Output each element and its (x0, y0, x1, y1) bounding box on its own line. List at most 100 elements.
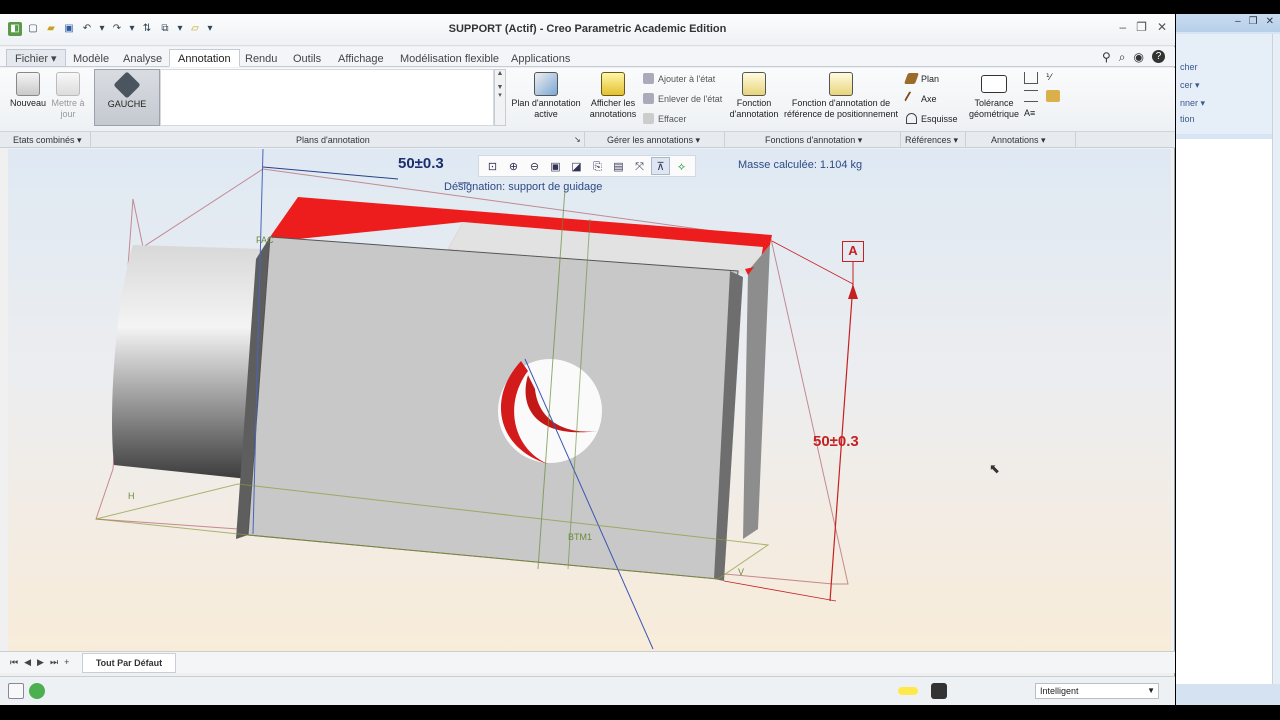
tab-modele[interactable]: Modèle (64, 49, 118, 67)
dialog-launcher-icon[interactable]: ↘ (574, 135, 581, 144)
dimension-line-top (262, 166, 399, 180)
add-tab-icon[interactable]: + (64, 657, 69, 668)
afficher-annotations-button[interactable]: Afficher les annotations (586, 72, 640, 120)
mettre-a-jour-button[interactable]: Mettre à jour (48, 72, 88, 120)
ajouter-etat-button[interactable]: Ajouter à l'état (643, 73, 715, 84)
group-etats-combines[interactable]: Etats combinés ▾ (13, 135, 82, 146)
annotation-feature-icon (742, 72, 766, 96)
group-gerer-annotations[interactable]: Gérer les annotations ▾ (607, 135, 700, 146)
group-annotations[interactable]: Annotations ▾ (991, 135, 1046, 146)
maximize-icon[interactable]: ❐ (1136, 20, 1147, 34)
bg-restore-icon[interactable]: ❐ (1249, 16, 1258, 27)
mouse-cursor-icon: ⬉ (989, 461, 1000, 476)
axe-button[interactable]: Axe (903, 90, 937, 107)
reference-dimension-icon[interactable] (1024, 90, 1038, 102)
bg-item-3[interactable]: nner ▾ (1180, 98, 1205, 109)
fonction-ref-positionnement-button[interactable]: Fonction d'annotation de référence de po… (782, 72, 900, 120)
datum-display-icon[interactable]: ⤧ (630, 157, 649, 175)
dimension-top[interactable]: 50±0.3 (398, 155, 444, 172)
enlever-etat-button[interactable]: Enlever de l'état (643, 93, 722, 104)
window-title: SUPPORT (Actif) - Creo Parametric Academ… (448, 23, 727, 35)
view-manager-icon[interactable]: ▤ (609, 157, 628, 175)
bg-item-2[interactable]: cer ▾ (1180, 80, 1200, 91)
background-window: – ❐ ✕ cher cer ▾ nner ▾ tion (1176, 14, 1280, 705)
note-icon[interactable]: ⅟ (1046, 72, 1060, 84)
community-icon[interactable]: ◉ (1134, 50, 1144, 65)
help-icon[interactable]: ? (1152, 50, 1165, 63)
first-tab-icon[interactable]: ⏮ (10, 657, 18, 668)
cylinder-boss (112, 245, 264, 479)
tab-analyse[interactable]: Analyse (114, 49, 171, 67)
background-scrollbar[interactable] (1272, 34, 1280, 694)
extension-line-bottom (723, 580, 837, 602)
plan-annotation-active-button[interactable]: Plan d'annotation active (510, 72, 582, 120)
axe-label: Axe (921, 93, 937, 104)
dimension-side[interactable]: 50±0.3 (813, 433, 859, 450)
symbol-icon[interactable] (1046, 90, 1060, 102)
tab-modelisation-flexible[interactable]: Modélisation flexible (391, 49, 508, 67)
group-separator (724, 132, 725, 148)
bg-item-1[interactable]: cher (1180, 62, 1198, 72)
zoom-out-icon[interactable]: ⊖ (525, 157, 544, 175)
prev-tab-icon[interactable]: ◀ (24, 657, 31, 668)
saved-views-icon[interactable]: ⎘ (588, 157, 607, 175)
tab-fichier[interactable]: Fichier ▾ (6, 49, 66, 67)
dimension-icon[interactable] (1024, 72, 1038, 84)
list-scrollbar[interactable]: ▲ ▼ ▾ (494, 69, 506, 126)
tab-outils[interactable]: Outils (284, 49, 330, 67)
minimize-icon[interactable]: – (1119, 20, 1126, 34)
close-icon[interactable]: ✕ (1157, 20, 1167, 34)
plan-button[interactable]: Plan (903, 73, 939, 84)
repaint-icon[interactable]: ▣ (546, 157, 565, 175)
model-tree-toggle-icon[interactable] (8, 683, 24, 699)
find-icon[interactable] (931, 683, 947, 699)
graphics-viewport[interactable]: ⊡ ⊕ ⊖ ▣ ◪ ⎘ ▤ ⤧ ⊼ ⟡ 50±0.3 Désignation: … (8, 149, 1171, 651)
gauche-combined-state[interactable]: GAUCHE (94, 69, 160, 126)
tab-bar-icons: ⚲ ⌕ ◉ ? (1102, 50, 1165, 65)
tolerance-geometrique-button[interactable]: Tolérance géométrique (966, 72, 1022, 120)
selection-filter[interactable]: Intelligent ▼ (1035, 683, 1159, 699)
bg-close-icon[interactable]: ✕ (1266, 16, 1274, 27)
group-separator (90, 132, 91, 148)
ribbon-panel: Nouveau Mettre à jour GAUCHE ▲ ▼ ▾ Plan d'… (0, 68, 1175, 132)
pin-icon[interactable]: ⚲ (1102, 50, 1111, 65)
datum-feature-a[interactable]: A (842, 241, 864, 262)
designation-note[interactable]: Désignation: support de guidage (444, 181, 602, 193)
bg-item-4[interactable]: tion (1180, 114, 1195, 124)
background-status-bar (1176, 684, 1280, 705)
tab-navigation: ⏮ ◀ ▶ ⏭ + (10, 657, 69, 668)
last-tab-icon[interactable]: ⏭ (50, 657, 58, 668)
bg-minimize-icon[interactable]: – (1235, 16, 1241, 27)
tolerance-geometrique-label: Tolérance géométrique (968, 98, 1020, 119)
afficher-annotations-label: Afficher les annotations (589, 98, 637, 119)
window-controls: – ❐ ✕ (1119, 20, 1167, 34)
fonction-annotation-button[interactable]: Fonction d'annotation (728, 72, 780, 120)
tab-rendu[interactable]: Rendu (236, 49, 286, 67)
mass-note[interactable]: Masse calculée: 1.104 kg (738, 159, 862, 171)
display-style-icon[interactable]: ◪ (567, 157, 586, 175)
effacer-button[interactable]: Effacer (643, 113, 686, 124)
datum-annotation-icon (829, 72, 853, 96)
datum-axis-icon (903, 90, 920, 107)
zoom-in-icon[interactable]: ⊕ (504, 157, 523, 175)
esquisse-button[interactable]: Esquisse (906, 113, 958, 124)
tab-affichage[interactable]: Affichage (329, 49, 393, 67)
group-references[interactable]: Références ▾ (905, 135, 958, 146)
group-fonctions-annotation[interactable]: Fonctions d'annotation ▾ (765, 135, 862, 146)
annotation-display-icon[interactable]: ⊼ (651, 157, 670, 175)
zoom-fit-icon[interactable]: ⊡ (483, 157, 502, 175)
nouveau-button[interactable]: Nouveau (8, 72, 48, 109)
sketch-icon (906, 113, 917, 124)
label-v: V (738, 567, 745, 577)
regeneration-status-icon (898, 687, 918, 695)
chevron-down-icon: ▼ (1147, 686, 1155, 695)
tab-applications[interactable]: Applications (502, 49, 579, 67)
browser-toggle-icon[interactable] (29, 683, 45, 699)
search-icon[interactable]: ⌕ (1119, 50, 1126, 65)
surface-finish-icon[interactable]: A≡ (1024, 108, 1038, 120)
tab-annotation[interactable]: Annotation (169, 49, 240, 67)
next-tab-icon[interactable]: ▶ (37, 657, 44, 668)
spin-center-icon[interactable]: ⟡ (672, 157, 691, 175)
layout-tab[interactable]: Tout Par Défaut (82, 653, 176, 673)
annotation-plane-list[interactable] (160, 69, 494, 126)
